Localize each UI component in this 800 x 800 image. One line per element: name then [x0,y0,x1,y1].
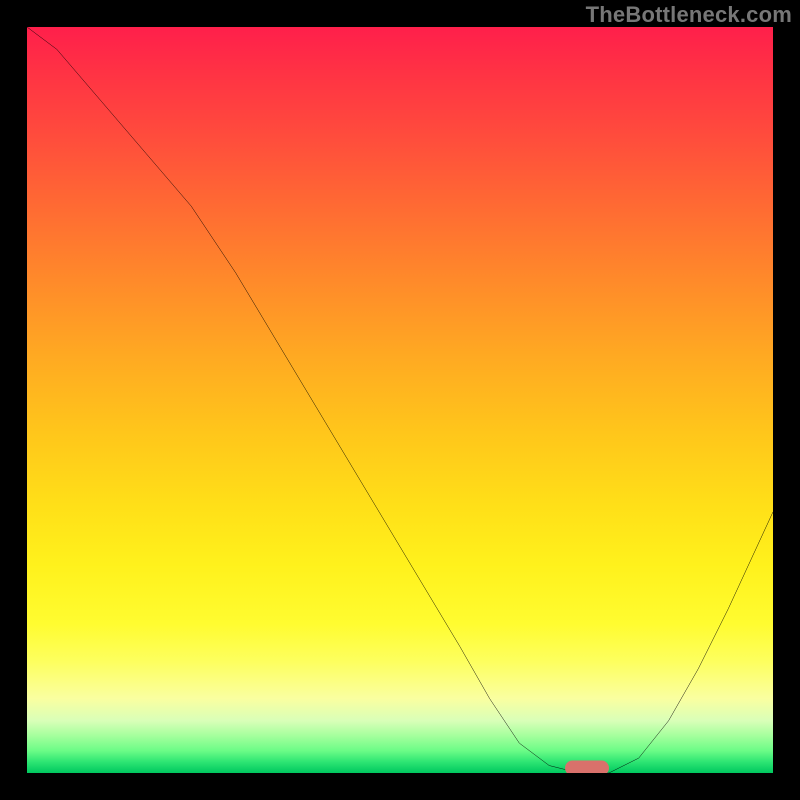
bottleneck-curve-path [27,27,773,773]
plot-area [27,27,773,773]
chart-frame: TheBottleneck.com [0,0,800,800]
attribution-watermark: TheBottleneck.com [586,2,792,28]
optimal-point-marker [565,761,609,774]
bottleneck-curve [27,27,773,773]
